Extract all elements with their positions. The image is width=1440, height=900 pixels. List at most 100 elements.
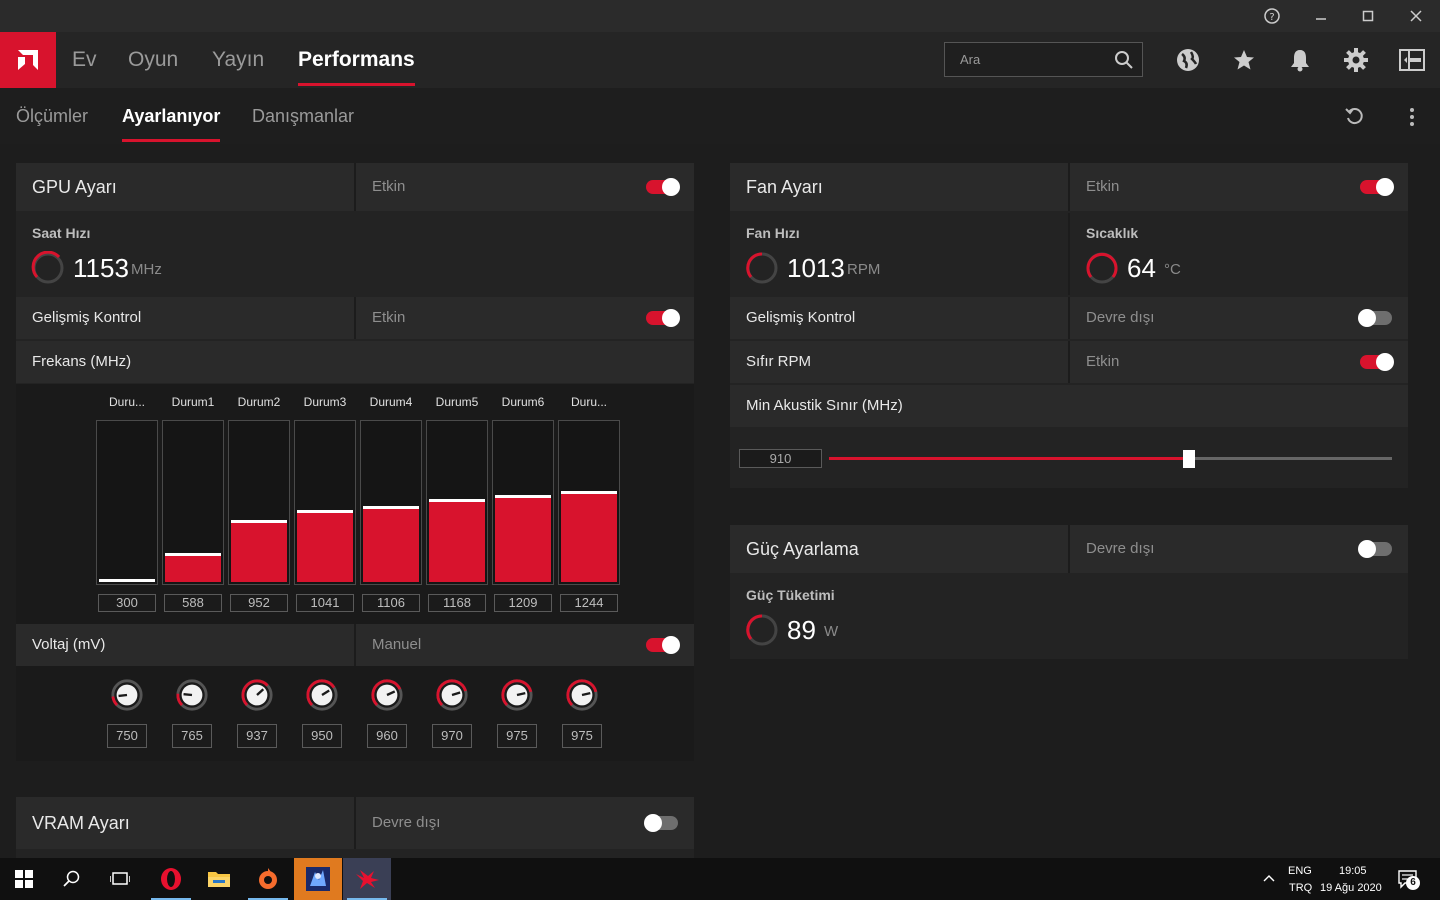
- frequency-value-input[interactable]: 1168: [428, 594, 486, 612]
- frequency-value-input[interactable]: 300: [98, 594, 156, 612]
- gpu-toggle[interactable]: [646, 178, 680, 196]
- voltage-value-input[interactable]: 750: [107, 724, 147, 748]
- search-box: [944, 42, 1143, 77]
- clock-time[interactable]: 19:05: [1339, 865, 1367, 877]
- fan-gauge-icon: [746, 252, 778, 284]
- power-title: Güç Ayarlama: [746, 539, 859, 559]
- frequency-value-input[interactable]: 588: [164, 594, 222, 612]
- origin-icon[interactable]: [244, 858, 292, 900]
- frequency-value-input[interactable]: 1106: [362, 594, 420, 612]
- acoustic-limit-input[interactable]: 910: [739, 449, 822, 468]
- fan-metrics-row: Fan Hızı 1013 RPM Sıcaklık 64 °C: [730, 213, 1408, 295]
- zero-rpm-state: Etkin: [1086, 353, 1120, 370]
- language-code[interactable]: ENG: [1288, 865, 1312, 877]
- clock-speed-unit: MHz: [131, 261, 162, 278]
- zero-rpm-toggle[interactable]: [1360, 353, 1394, 371]
- minimize-icon[interactable]: [1306, 4, 1336, 28]
- file-explorer-icon[interactable]: [195, 858, 243, 900]
- notification-count: 6: [1406, 876, 1420, 890]
- clock-date[interactable]: 19 Ağu 2020: [1320, 882, 1382, 894]
- fan-advanced-state: Devre dışı: [1086, 309, 1155, 326]
- tab-yayin[interactable]: Yayın: [212, 32, 264, 88]
- voltage-knob[interactable]: [565, 678, 599, 712]
- more-options-icon[interactable]: [1402, 106, 1422, 133]
- voltage-knob[interactable]: [500, 678, 534, 712]
- acoustic-slider-handle[interactable]: [1183, 450, 1195, 468]
- star-icon[interactable]: [1230, 46, 1258, 74]
- game-app-icon[interactable]: [294, 858, 342, 900]
- stage-label: Durum1: [171, 395, 215, 409]
- frequency-value-input[interactable]: 1244: [560, 594, 618, 612]
- reset-icon[interactable]: [1344, 106, 1366, 133]
- help-circle-icon[interactable]: ?: [1257, 4, 1287, 28]
- vram-toggle[interactable]: [644, 814, 678, 832]
- fan-advanced-toggle[interactable]: [1358, 309, 1392, 327]
- voltage-value-input[interactable]: 970: [432, 724, 472, 748]
- fan-speed-value: 1013: [787, 253, 845, 283]
- bell-icon[interactable]: [1286, 46, 1314, 74]
- voltage-value-input[interactable]: 937: [237, 724, 277, 748]
- sidebar-panel-icon[interactable]: [1398, 46, 1426, 74]
- keyboard-layout[interactable]: TRQ: [1289, 882, 1312, 894]
- voltage-value-input[interactable]: 975: [497, 724, 537, 748]
- gpu-title: GPU Ayarı: [32, 177, 117, 197]
- gear-icon[interactable]: [1342, 46, 1370, 74]
- close-icon[interactable]: [1401, 4, 1431, 28]
- fan-title: Fan Ayarı: [746, 177, 823, 197]
- task-view-icon[interactable]: [96, 858, 144, 900]
- tab-oyun[interactable]: Oyun: [128, 32, 178, 88]
- frequency-value-input[interactable]: 1209: [494, 594, 552, 612]
- frequency-bar[interactable]: [426, 420, 488, 585]
- opera-icon[interactable]: [147, 858, 195, 900]
- frequency-bar[interactable]: [294, 420, 356, 585]
- stage-label: Durum5: [435, 395, 479, 409]
- frequency-bar[interactable]: [360, 420, 422, 585]
- voltage-state: Manuel: [372, 636, 422, 653]
- frequency-bar[interactable]: [162, 420, 224, 585]
- power-toggle[interactable]: [1358, 540, 1392, 558]
- voltage-knob[interactable]: [305, 678, 339, 712]
- frequency-bar[interactable]: [228, 420, 290, 585]
- maximize-icon[interactable]: [1353, 4, 1383, 28]
- chevron-up-icon[interactable]: [1262, 871, 1276, 890]
- search-taskbar-icon[interactable]: [48, 858, 96, 900]
- subtab-olcumler[interactable]: Ölçümler: [16, 88, 88, 144]
- tab-ev[interactable]: Ev: [72, 32, 97, 88]
- tab-performans[interactable]: Performans: [298, 32, 415, 88]
- stage-label: Durum4: [369, 395, 413, 409]
- voltage-knob[interactable]: [175, 678, 209, 712]
- voltage-knob[interactable]: [240, 678, 274, 712]
- vram-title: VRAM Ayarı: [32, 813, 130, 833]
- frequency-value-input[interactable]: 1041: [296, 594, 354, 612]
- frequency-bar[interactable]: [558, 420, 620, 585]
- frequency-bar[interactable]: [492, 420, 554, 585]
- radeon-software-icon[interactable]: [343, 858, 391, 900]
- acoustic-slider-track[interactable]: [1189, 457, 1392, 460]
- voltage-value-input[interactable]: 960: [367, 724, 407, 748]
- windows-start-icon[interactable]: [0, 858, 48, 900]
- stage-label: Durum3: [303, 395, 347, 409]
- stage-label: Durum6: [501, 395, 545, 409]
- power-consumption-unit: W: [824, 623, 839, 640]
- voltage-knob[interactable]: [435, 678, 469, 712]
- search-input[interactable]: [945, 43, 1105, 76]
- frequency-bar[interactable]: [96, 420, 158, 585]
- amd-logo-icon[interactable]: [0, 32, 56, 88]
- voltage-value-input[interactable]: 975: [562, 724, 602, 748]
- subtab-ayarlaniyor[interactable]: Ayarlanıyor: [122, 88, 221, 144]
- globe-icon[interactable]: [1174, 46, 1202, 74]
- frequency-value-input[interactable]: 952: [230, 594, 288, 612]
- fan-toggle[interactable]: [1360, 178, 1394, 196]
- gpu-advanced-toggle[interactable]: [646, 309, 680, 327]
- subtab-danismanlar[interactable]: Danışmanlar: [252, 88, 354, 144]
- voltage-toggle[interactable]: [646, 636, 680, 654]
- search-icon[interactable]: [1114, 50, 1134, 75]
- frequency-label: Frekans (MHz): [32, 353, 132, 370]
- voltage-knob[interactable]: [110, 678, 144, 712]
- fan-header-row: Fan Ayarı Etkin: [730, 163, 1408, 211]
- voltage-value-input[interactable]: 950: [302, 724, 342, 748]
- voltage-value-input[interactable]: 765: [172, 724, 212, 748]
- acoustic-limit-row: Min Akustik Sınır (MHz): [730, 385, 1408, 427]
- notification-center-icon[interactable]: 6: [1398, 870, 1422, 890]
- voltage-knob[interactable]: [370, 678, 404, 712]
